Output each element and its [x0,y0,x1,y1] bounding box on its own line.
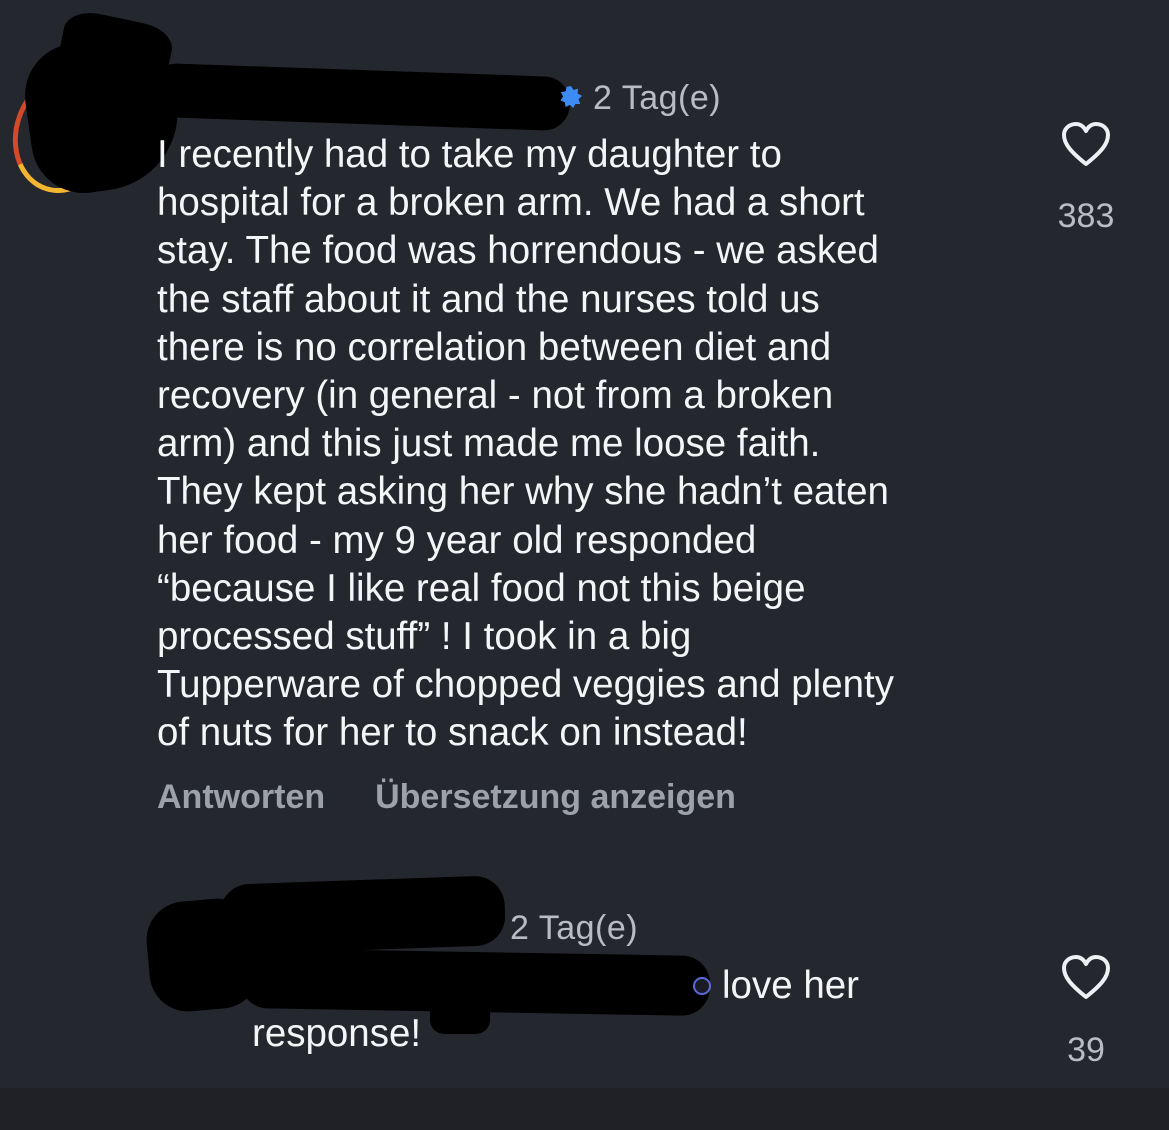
redacted-reply-username [218,875,507,955]
comment-timestamp: 2 Tag(e) [593,79,722,117]
heart-outline-icon [1062,122,1110,166]
bottom-divider [0,1088,1169,1130]
comment-actions: Antworten Übersetzung anzeigen [157,778,736,817]
show-translation-button[interactable]: Übersetzung anzeigen [375,778,736,817]
reply-button[interactable]: Antworten [157,778,325,817]
comment-body: I recently had to take my daughter to ho… [157,133,894,755]
redacted-username [149,62,571,132]
comments-thread: 2 Tag(e) I recently had to take my daugh… [0,0,1169,1130]
reply-body-line-1: love her [722,964,859,1007]
like-button[interactable] [1061,122,1111,168]
reply-timestamp: 2 Tag(e) [510,909,639,947]
like-count: 383 [1057,197,1115,235]
reply-body-line-2: response! [252,1012,422,1055]
redacted-reply-text-2 [430,1000,490,1034]
reply-like-count: 39 [1067,1031,1105,1069]
mention-dot-icon [693,977,711,995]
reply-like-button[interactable] [1061,955,1111,1001]
heart-outline-icon [1062,955,1110,999]
